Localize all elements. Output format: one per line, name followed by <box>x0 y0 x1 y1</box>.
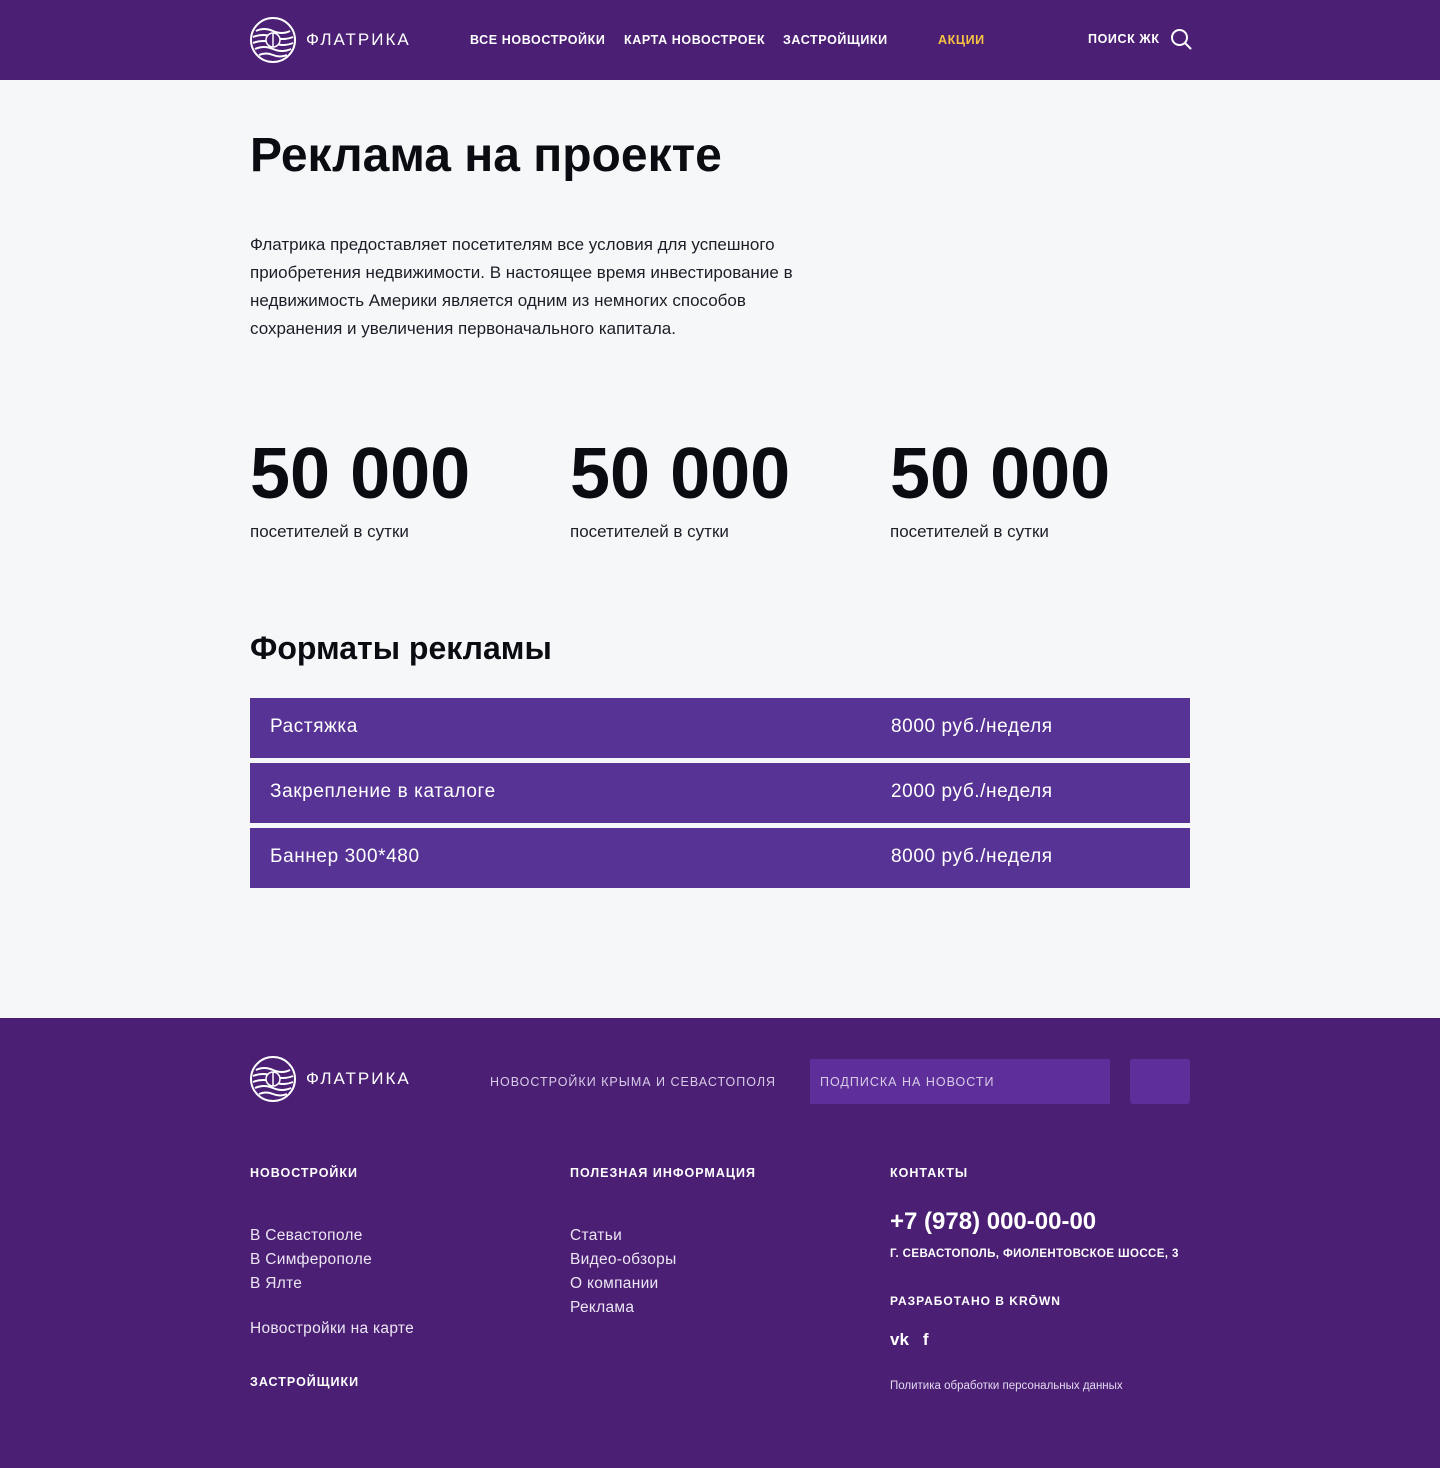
stat-value: 50 000 <box>250 434 471 514</box>
footer-brand-name: ФЛАТРИКА <box>306 1069 411 1088</box>
address: Г. СЕВАСТОПОЛЬ, ФИОЛЕНТОВСКОЕ ШОССЕ, 3 <box>890 1248 1179 1260</box>
developers-heading[interactable]: ЗАСТРОЙЩИКИ <box>250 1375 359 1389</box>
brand-logo[interactable]: ФЛАТРИКА <box>250 17 411 63</box>
search-label: ПОИСК ЖК <box>1088 32 1160 46</box>
format-row[interactable]: Баннер 300*480 8000 руб./неделя <box>250 828 1190 888</box>
footer-tagline: НОВОСТРОЙКИ КРЫМА И СЕВАСТОПОЛЯ <box>490 1075 777 1089</box>
format-price: 8000 руб./неделя <box>891 716 1053 737</box>
format-price: 2000 руб./неделя <box>891 781 1053 802</box>
format-name: Баннер 300*480 <box>270 846 420 867</box>
subscribe-input[interactable] <box>810 1059 1110 1104</box>
nav-developers[interactable]: ЗАСТРОЙЩИКИ <box>783 33 888 47</box>
useful-info-links: Статьи Видео-обзоры О компании Реклама <box>570 1224 677 1320</box>
phone-number[interactable]: +7 (978) 000-00-00 <box>890 1208 1096 1236</box>
link-about[interactable]: О компании <box>570 1272 677 1296</box>
link-sevastopol[interactable]: В Севастополе <box>250 1224 372 1248</box>
made-by-link[interactable]: РАЗРАБОТАНО В KRŌWN <box>890 1294 1061 1308</box>
intro-text: Флатрика предоставляет посетителям все у… <box>250 235 793 338</box>
nav-promotions[interactable]: АКЦИИ <box>938 33 985 47</box>
useful-info-heading: ПОЛЕЗНАЯ ИНФОРМАЦИЯ <box>570 1166 756 1180</box>
stat-label: посетителей в сутки <box>570 522 729 541</box>
link-simferopol[interactable]: В Симферополе <box>250 1248 372 1272</box>
format-row[interactable]: Закрепление в каталоге 2000 руб./неделя <box>250 763 1190 823</box>
stat-value: 50 000 <box>570 434 791 514</box>
footer-brand-logo[interactable]: ФЛАТРИКА <box>250 1056 411 1102</box>
search-icon <box>1170 29 1192 50</box>
nav-buildings-map[interactable]: КАРТА НОВОСТРОЕК <box>624 33 765 47</box>
nav-all-buildings[interactable]: ВСЕ НОВОСТРОЙКИ <box>470 33 605 47</box>
stat-label: посетителей в сутки <box>250 522 409 541</box>
logo-icon <box>250 1056 296 1102</box>
logo-icon <box>250 17 296 63</box>
stat-card: 50 000 посетителей в сутки <box>250 430 550 542</box>
page-title: Реклама на проекте <box>250 129 722 182</box>
format-name: Растяжка <box>270 716 358 737</box>
vk-icon[interactable]: vk <box>890 1330 909 1350</box>
site-footer: ФЛАТРИКА НОВОСТРОЙКИ КРЫМА И СЕВАСТОПОЛЯ… <box>0 1018 1440 1468</box>
stat-label: посетителей в сутки <box>890 522 1049 541</box>
brand-name: ФЛАТРИКА <box>306 30 411 49</box>
formats-title: Форматы рекламы <box>250 630 552 666</box>
contacts-heading: КОНТАКТЫ <box>890 1166 969 1180</box>
stat-card: 50 000 посетителей в сутки <box>890 430 1190 542</box>
link-buildings-map[interactable]: Новостройки на карте <box>250 1320 414 1338</box>
buildings-links: В Севастополе В Симферополе В Ялте <box>250 1224 372 1296</box>
stat-value: 50 000 <box>890 434 1111 514</box>
format-name: Закрепление в каталоге <box>270 781 496 802</box>
link-video-reviews[interactable]: Видео-обзоры <box>570 1248 677 1272</box>
buildings-heading: НОВОСТРОЙКИ <box>250 1166 359 1180</box>
facebook-icon[interactable]: f <box>923 1330 929 1350</box>
stat-card: 50 000 посетителей в сутки <box>570 430 870 542</box>
link-advertising[interactable]: Реклама <box>570 1296 677 1320</box>
link-yalta[interactable]: В Ялте <box>250 1272 372 1296</box>
site-header: ФЛАТРИКА ВСЕ НОВОСТРОЙКИ КАРТА НОВОСТРОЕ… <box>0 0 1440 80</box>
subscribe-button[interactable] <box>1130 1059 1190 1104</box>
format-price: 8000 руб./неделя <box>891 846 1053 867</box>
link-articles[interactable]: Статьи <box>570 1224 677 1248</box>
search-link[interactable]: ПОИСК ЖК <box>1088 28 1192 50</box>
privacy-policy-link[interactable]: Политика обработки персональных данных <box>890 1380 1123 1392</box>
formats-list: Растяжка 8000 руб./неделя Закрепление в … <box>250 698 1190 893</box>
format-row[interactable]: Растяжка 8000 руб./неделя <box>250 698 1190 758</box>
social-links: vk f <box>890 1330 929 1350</box>
